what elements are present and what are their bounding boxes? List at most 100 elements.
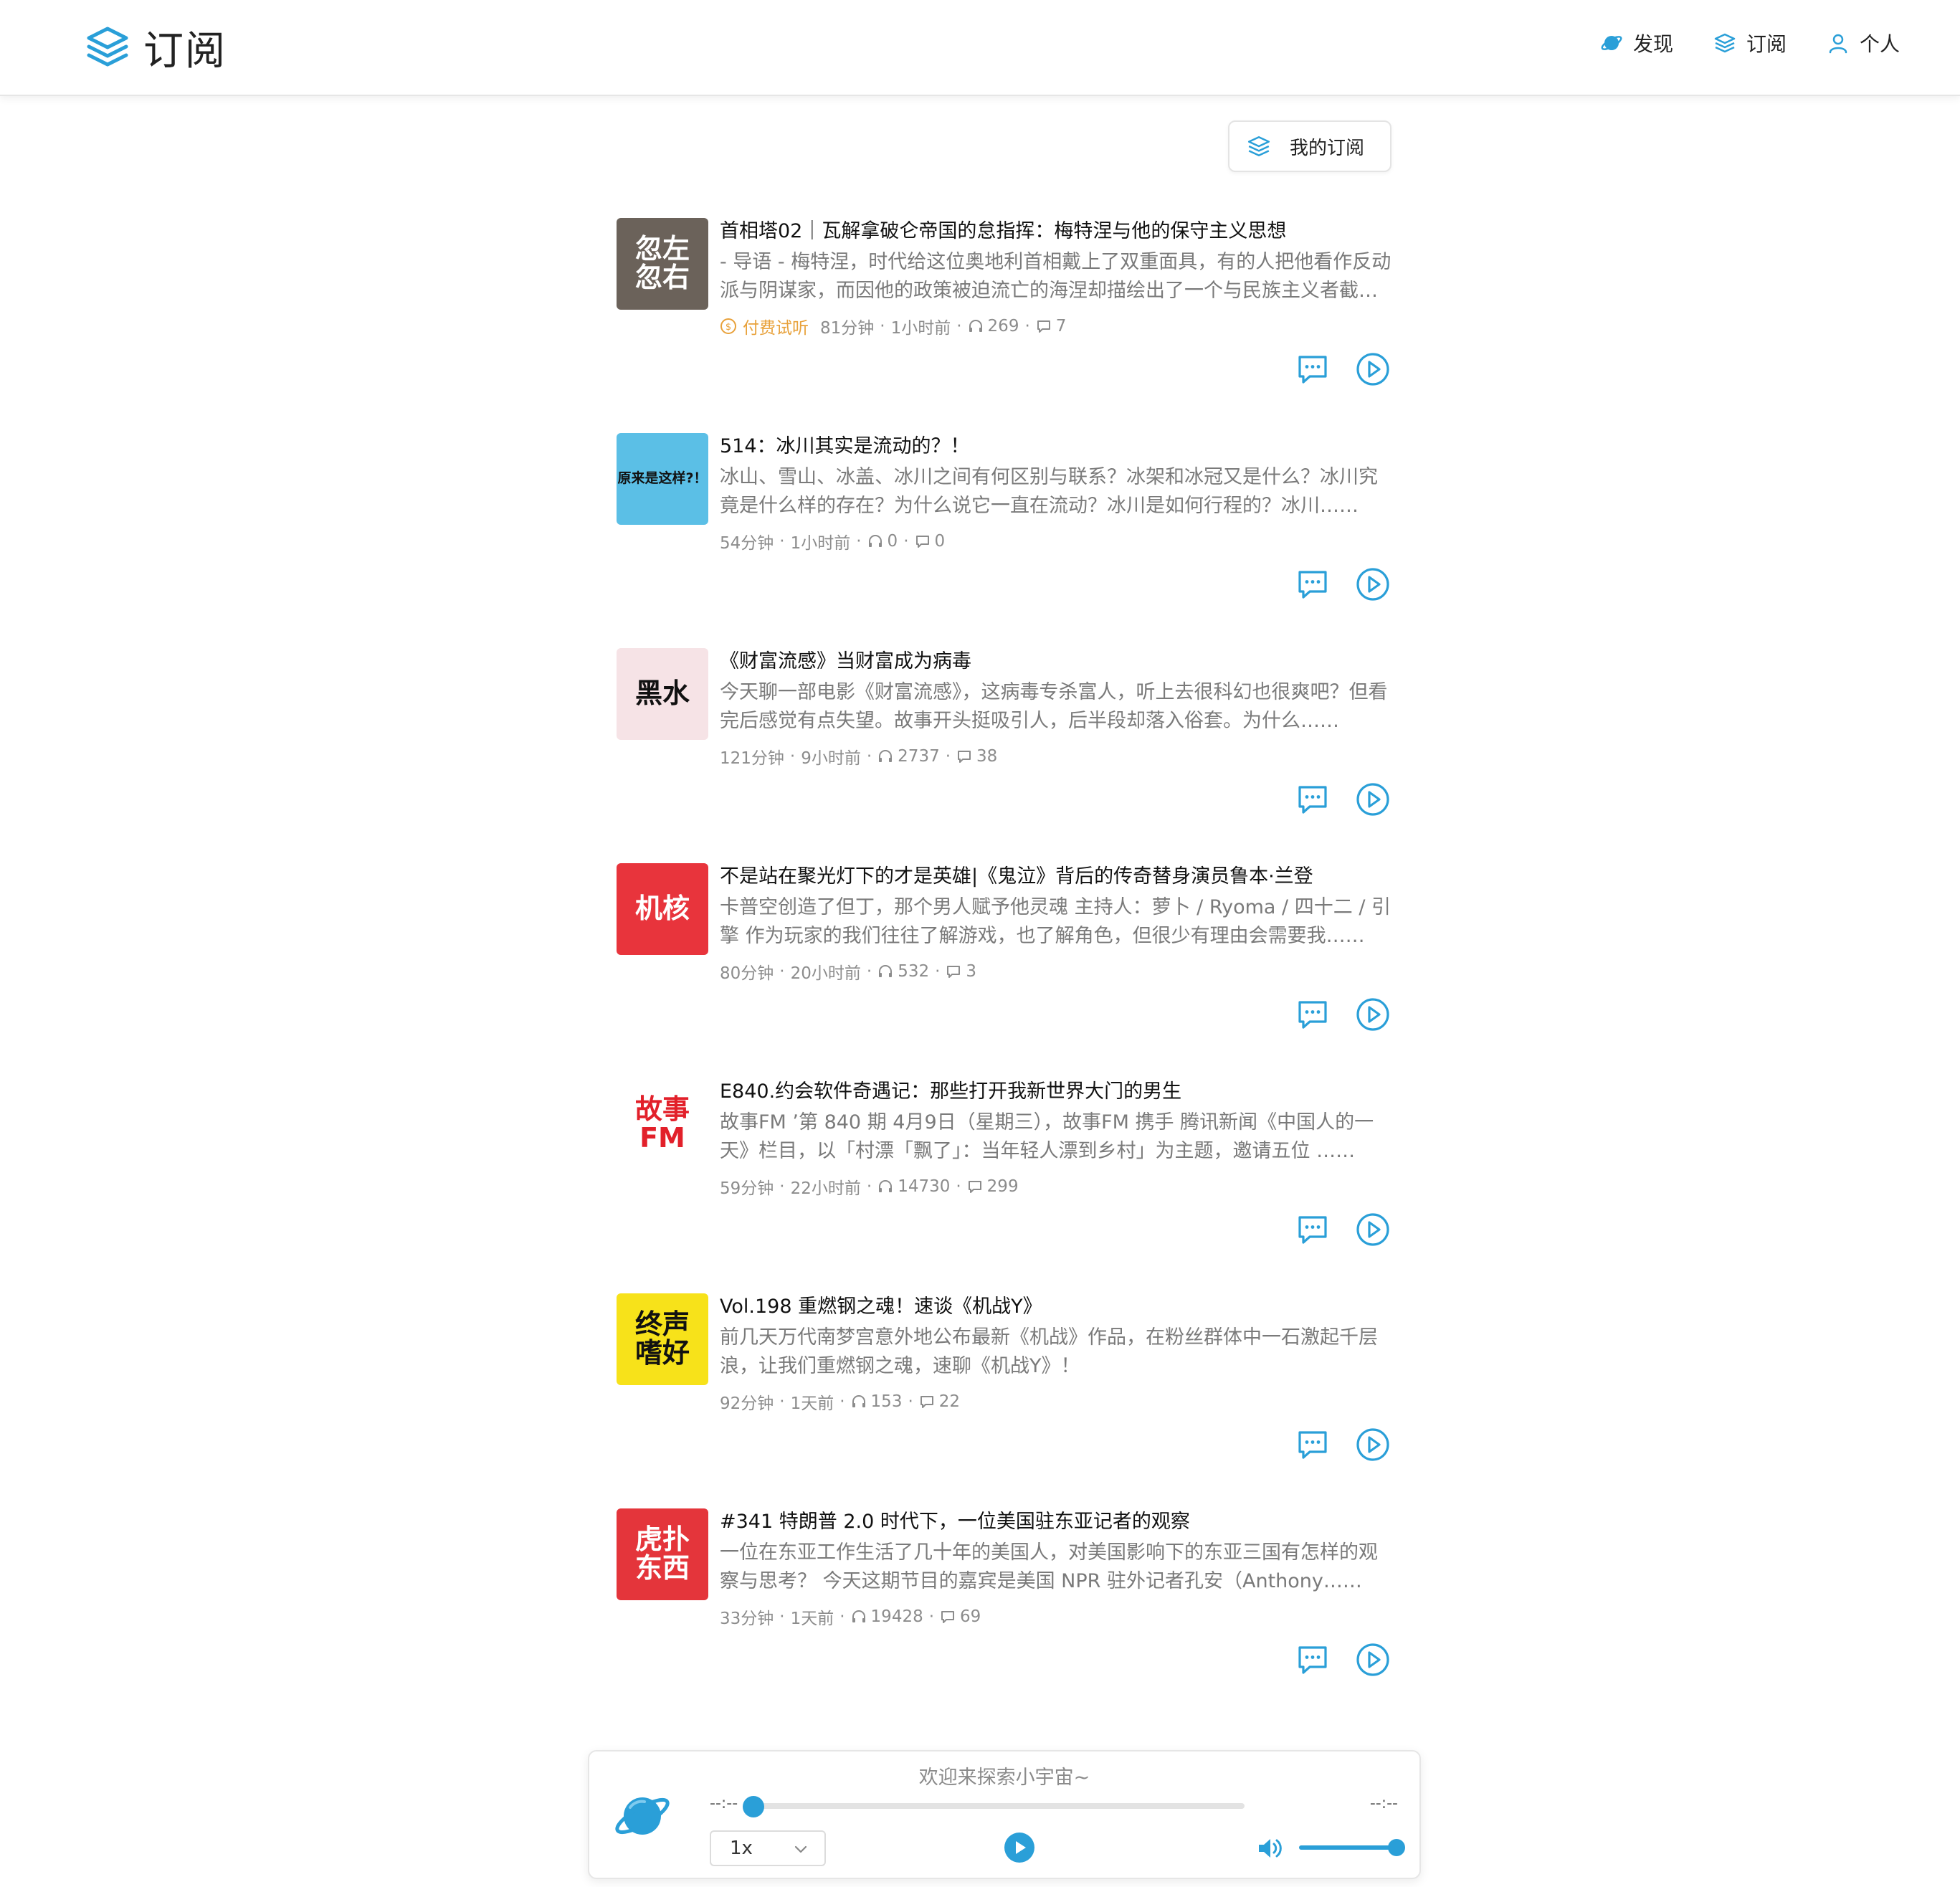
comment-icon bbox=[947, 966, 961, 978]
episode-actions bbox=[1270, 997, 1391, 1032]
episode-item[interactable]: 忽左 忽右 首相塔02｜瓦解拿破仑帝国的怠指挥：梅特涅与他的保守主义思想 - 导语 … bbox=[617, 218, 1391, 433]
episode-comments: 0 bbox=[934, 532, 946, 551]
comments-icon-wrap bbox=[946, 964, 966, 979]
episode-cover[interactable]: 机核 bbox=[617, 863, 708, 955]
user-icon bbox=[1829, 34, 1847, 54]
volume-handle[interactable] bbox=[1388, 1839, 1405, 1856]
separator: · bbox=[789, 747, 796, 766]
episode-item[interactable]: 虎扑 东西 #341 特朗普 2.0 时代下，一位美国驻东亚记者的观察 一位在东亚工… bbox=[617, 1508, 1391, 1724]
play-circle-icon[interactable] bbox=[1355, 1212, 1391, 1247]
episode-plays: 153 bbox=[870, 1392, 903, 1411]
headphones-icon bbox=[852, 1395, 865, 1407]
svg-text:$: $ bbox=[726, 322, 731, 333]
separator: · bbox=[903, 532, 909, 551]
episode-cover[interactable]: 忽左 忽右 bbox=[617, 218, 708, 310]
play-circle-icon[interactable] bbox=[1355, 1642, 1391, 1678]
planet-icon bbox=[615, 1797, 670, 1835]
episode-comments: 38 bbox=[976, 747, 998, 766]
separator: · bbox=[956, 1177, 961, 1196]
headphones-icon bbox=[868, 535, 882, 547]
play-circle-icon[interactable] bbox=[1355, 566, 1391, 602]
comment-button-icon[interactable] bbox=[1295, 997, 1331, 1032]
separator: · bbox=[935, 962, 941, 981]
comment-icon bbox=[920, 1396, 933, 1408]
my-subscriptions-label: 我的订阅 bbox=[1290, 137, 1365, 159]
comment-button-icon[interactable] bbox=[1295, 1642, 1331, 1678]
coin-icon: $ bbox=[720, 318, 736, 334]
episode-cover[interactable]: 黑水 bbox=[617, 648, 708, 740]
play-circle-icon[interactable] bbox=[1355, 1427, 1391, 1463]
episode-item[interactable]: 机核 不是站在聚光灯下的才是英雄|《鬼泣》背后的传奇替身演员鲁本·兰登 卡普空创造了… bbox=[617, 863, 1391, 1078]
comment-button-icon[interactable] bbox=[1295, 566, 1331, 602]
layers-logo-icon bbox=[87, 27, 128, 67]
separator: · bbox=[908, 1392, 913, 1411]
episode-plays: 0 bbox=[887, 532, 898, 551]
episode-plays: 14730 bbox=[898, 1177, 951, 1196]
plays-icon-wrap bbox=[968, 318, 988, 334]
play-circle-icon[interactable] bbox=[1355, 351, 1391, 387]
play-circle-icon[interactable] bbox=[1355, 781, 1391, 817]
episode-meta: 121分钟 · 9小时前 · 2737 · 38 bbox=[720, 744, 997, 769]
nav-subscribe[interactable]: 订阅 bbox=[1713, 29, 1787, 57]
episode-actions bbox=[1270, 566, 1391, 602]
episode-time-ago: 20小时前 bbox=[790, 964, 861, 983]
episode-title[interactable]: E840.约会软件奇遇记：那些打开我新世界大门的男生 bbox=[720, 1078, 1394, 1106]
nav-discover-label: 发现 bbox=[1632, 32, 1673, 56]
comment-button-icon[interactable] bbox=[1295, 781, 1331, 817]
episode-comments: 3 bbox=[966, 962, 977, 981]
episode-item[interactable]: 终声 嗜好 Vol.198 重燃钢之魂！速谈《机战Y》前几天万代南梦宫意外地公布最… bbox=[617, 1293, 1391, 1508]
comments-icon-wrap bbox=[919, 1394, 939, 1410]
episode-meta: 33分钟 · 1天前 · 19428 · 69 bbox=[720, 1605, 981, 1629]
episode-cover[interactable]: 原来是这样?！ bbox=[617, 433, 708, 525]
nav-discover[interactable]: 发现 bbox=[1600, 29, 1673, 57]
separator: · bbox=[866, 747, 872, 766]
play-icon[interactable] bbox=[1004, 1832, 1035, 1863]
episode-item[interactable]: 黑水 《财富流感》当财富成为病毒今天聊一部电影《财富流感》，这病毒专杀富人，听上去… bbox=[617, 648, 1391, 863]
episode-title[interactable]: #341 特朗普 2.0 时代下，一位美国驻东亚记者的观察 bbox=[720, 1508, 1394, 1536]
episode-title[interactable]: Vol.198 重燃钢之魂！速谈《机战Y》 bbox=[720, 1293, 1394, 1321]
volume-icon[interactable] bbox=[1255, 1833, 1285, 1863]
episode-cover[interactable]: 虎扑 东西 bbox=[617, 1508, 708, 1600]
episode-actions bbox=[1270, 1642, 1391, 1678]
episode-plays: 269 bbox=[987, 317, 1019, 336]
speed-select[interactable]: 1x bbox=[710, 1830, 826, 1866]
play-circle-icon[interactable] bbox=[1355, 997, 1391, 1032]
audio-player: 欢迎来探索小宇宙~ --:-- --:-- 1x bbox=[588, 1750, 1421, 1879]
episode-title[interactable]: 不是站在聚光灯下的才是英雄|《鬼泣》背后的传奇替身演员鲁本·兰登 bbox=[720, 863, 1394, 890]
episode-cover[interactable]: 终声 嗜好 bbox=[617, 1293, 708, 1385]
episode-comments: 22 bbox=[938, 1392, 961, 1411]
episode-meta: 54分钟 · 1小时前 · 0 · 0 bbox=[720, 529, 945, 553]
episode-title[interactable]: 514：冰川其实是流动的？！ bbox=[720, 433, 1394, 460]
episode-cover[interactable]: 故事 FM bbox=[617, 1078, 708, 1170]
separator: · bbox=[779, 1392, 785, 1411]
episode-item[interactable]: 原来是这样?！ 514：冰川其实是流动的？！ 冰山、雪山、冰盖、冰川之间有何区别与联… bbox=[617, 433, 1391, 648]
planet-icon bbox=[1601, 36, 1622, 50]
episode-duration: 59分钟 bbox=[720, 1179, 774, 1198]
episode-duration: 92分钟 bbox=[720, 1394, 774, 1413]
comment-button-icon[interactable] bbox=[1295, 1427, 1331, 1463]
comment-button-icon[interactable] bbox=[1295, 351, 1331, 387]
episode-comments: 7 bbox=[1055, 317, 1067, 336]
my-subscriptions-button[interactable]: 我的订阅 bbox=[1228, 120, 1391, 172]
comment-button-icon[interactable] bbox=[1295, 1212, 1331, 1247]
progress-handle[interactable] bbox=[743, 1796, 764, 1817]
episode-title[interactable]: 《财富流感》当财富成为病毒 bbox=[720, 648, 1394, 675]
progress-bar[interactable] bbox=[748, 1803, 1245, 1809]
episode-description: 前几天万代南梦宫意外地公布最新《机战》作品，在粉丝群体中一石激起千层浪，让我们重… bbox=[720, 1326, 1378, 1377]
episode-title[interactable]: 首相塔02｜瓦解拿破仑帝国的怠指挥：梅特涅与他的保守主义思想 bbox=[720, 218, 1394, 245]
separator: · bbox=[866, 1177, 872, 1196]
layers-icon bbox=[1247, 136, 1270, 156]
episode-meta: $ 付费试听 81分钟 · 1小时前 · 269 · 7 bbox=[720, 314, 1066, 338]
player-title: 欢迎来探索小宇宙~ bbox=[918, 1767, 1090, 1789]
nav-subscribe-label: 订阅 bbox=[1746, 32, 1787, 56]
separator: · bbox=[779, 1607, 785, 1626]
speed-value: 1x bbox=[730, 1838, 753, 1859]
episode-description: 今天聊一部电影《财富流感》，这病毒专杀富人，听上去很科幻也很爽吧？但看完后感觉有… bbox=[720, 681, 1388, 732]
separator: · bbox=[866, 962, 872, 981]
episode-duration: 121分钟 bbox=[720, 749, 784, 768]
episode-item[interactable]: 故事 FM E840.约会软件奇遇记：那些打开我新世界大门的男生 故事FM ʼ第 8… bbox=[617, 1078, 1391, 1293]
plays-icon-wrap bbox=[851, 1394, 871, 1410]
separator: · bbox=[945, 747, 951, 766]
comments-icon-wrap bbox=[915, 533, 935, 549]
nav-profile[interactable]: 个人 bbox=[1827, 29, 1900, 57]
